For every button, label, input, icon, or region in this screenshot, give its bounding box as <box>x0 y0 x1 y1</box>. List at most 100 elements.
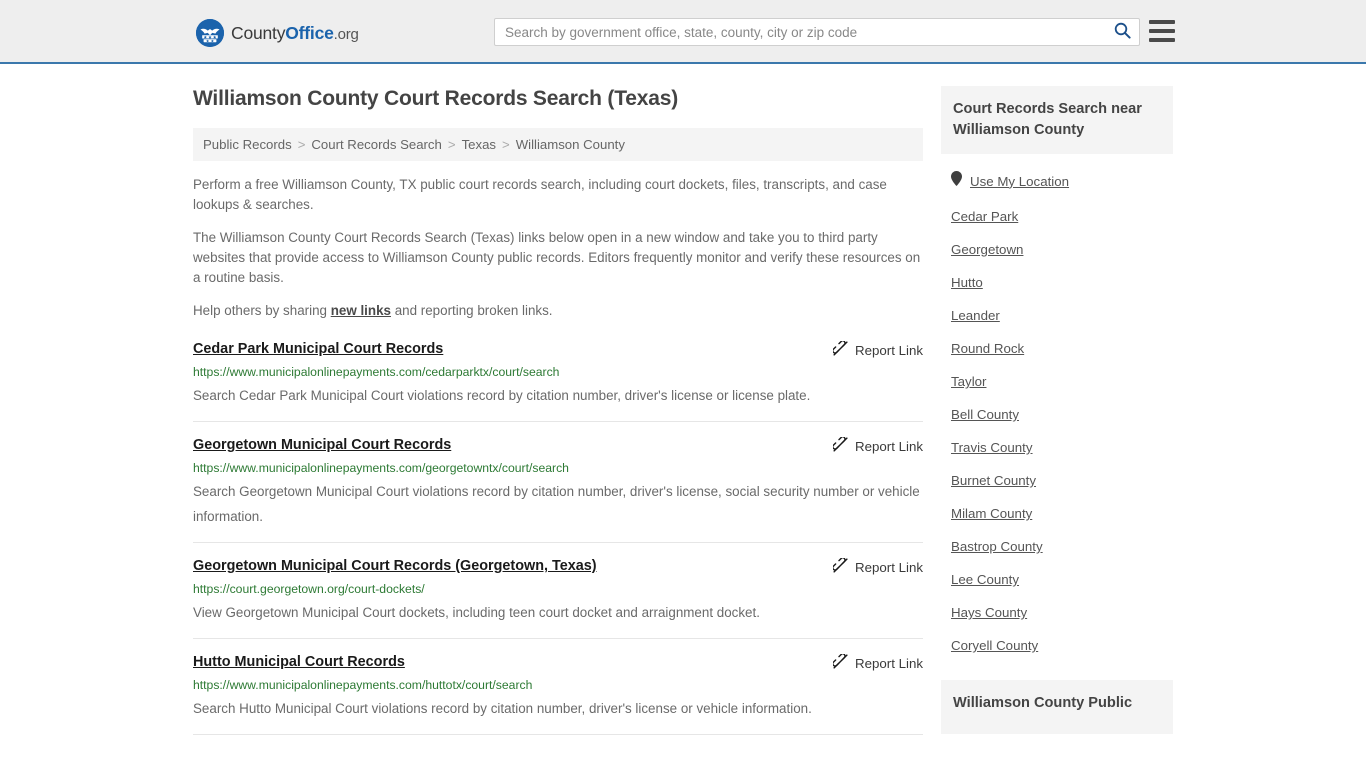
logo-wordmark: CountyOffice.org <box>231 23 359 44</box>
report-link-label: Report Link <box>855 655 923 671</box>
breadcrumb-item-texas[interactable]: Texas <box>462 137 496 152</box>
content-container: Williamson County Court Records Search (… <box>193 64 1173 749</box>
sidebar-item-milam-county[interactable]: Milam County <box>951 497 1173 530</box>
search-input[interactable] <box>495 19 1105 45</box>
sidebar-link-label[interactable]: Travis County <box>951 440 1033 455</box>
breadcrumb-separator: > <box>297 137 306 152</box>
new-links-link[interactable]: new links <box>331 303 391 318</box>
sidebar-link-label[interactable]: Milam County <box>951 506 1032 521</box>
sidebar-item-leander[interactable]: Leander <box>951 299 1173 332</box>
search-button[interactable] <box>1105 19 1139 45</box>
report-link-button[interactable]: Report Link <box>832 557 923 576</box>
search-bar[interactable] <box>494 18 1140 46</box>
sidebar-link-label[interactable]: Bell County <box>951 407 1019 422</box>
result-url: https://www.municipalonlinepayments.com/… <box>193 365 560 379</box>
search-icon <box>1114 22 1131 42</box>
result-url: https://www.municipalonlinepayments.com/… <box>193 461 569 475</box>
sidebar-item-bastrop-county[interactable]: Bastrop County <box>951 530 1173 563</box>
sidebar-item-georgetown[interactable]: Georgetown <box>951 233 1173 266</box>
logo-text-office: Office <box>285 22 334 43</box>
map-pin-icon <box>951 171 962 191</box>
broken-link-icon <box>832 436 848 455</box>
result-description: Search Georgetown Municipal Court violat… <box>193 484 920 524</box>
sidebar-link-label[interactable]: Coryell County <box>951 638 1038 653</box>
main-column: Williamson County Court Records Search (… <box>193 86 923 749</box>
result-title-link[interactable]: Hutto Municipal Court Records <box>193 653 405 672</box>
share-text-before: Help others by sharing <box>193 303 331 318</box>
sidebar-link-label[interactable]: Hays County <box>951 605 1027 620</box>
menu-bar-3 <box>1149 38 1175 42</box>
sidebar-link-label[interactable]: Hutto <box>951 275 983 290</box>
logo-text-tld: .org <box>333 25 359 43</box>
sidebar-second-heading: Williamson County Public <box>941 680 1173 734</box>
sidebar-item-bell-county[interactable]: Bell County <box>951 398 1173 431</box>
result-description: Search Cedar Park Municipal Court violat… <box>193 388 811 403</box>
result-header: Cedar Park Municipal Court Records Report… <box>193 340 923 359</box>
report-link-button[interactable]: Report Link <box>832 436 923 455</box>
result-title-link[interactable]: Georgetown Municipal Court Records (Geor… <box>193 557 597 576</box>
sidebar-link-label[interactable]: Lee County <box>951 572 1019 587</box>
use-my-location-link[interactable]: Use My Location <box>970 174 1069 189</box>
breadcrumb-separator: > <box>502 137 510 152</box>
results-list: Cedar Park Municipal Court Records Report… <box>193 340 923 735</box>
report-link-button[interactable]: Report Link <box>832 340 923 359</box>
sidebar-heading: Court Records Search near Williamson Cou… <box>941 86 1173 154</box>
breadcrumb-item-williamson-county: Williamson County <box>515 137 625 152</box>
sidebar-item-round-rock[interactable]: Round Rock <box>951 332 1173 365</box>
menu-bar-2 <box>1149 29 1175 33</box>
broken-link-icon <box>832 557 848 576</box>
page-title: Williamson County Court Records Search (… <box>193 87 678 110</box>
broken-link-icon <box>832 340 848 359</box>
sidebar-item-coryell-county[interactable]: Coryell County <box>951 629 1173 662</box>
sidebar-item-travis-county[interactable]: Travis County <box>951 431 1173 464</box>
result-description: Search Hutto Municipal Court violations … <box>193 701 812 716</box>
sidebar-link-label[interactable]: Taylor <box>951 374 986 389</box>
sidebar-link-label[interactable]: Cedar Park <box>951 209 1018 224</box>
report-link-label: Report Link <box>855 438 923 454</box>
report-link-label: Report Link <box>855 559 923 575</box>
result-url: https://court.georgetown.org/court-docke… <box>193 582 425 596</box>
sidebar-link-label[interactable]: Bastrop County <box>951 539 1043 554</box>
sidebar-link-list: Use My Location Cedar Park Georgetown Hutt… <box>941 154 1173 666</box>
sidebar-item-lee-county[interactable]: Lee County <box>951 563 1173 596</box>
result-description: View Georgetown Municipal Court dockets,… <box>193 605 760 620</box>
result-item: Georgetown Municipal Court Records (Geor… <box>193 557 923 639</box>
intro-paragraph-1: Perform a free Williamson County, TX pub… <box>193 177 887 212</box>
result-header: Hutto Municipal Court Records Report Link <box>193 653 923 672</box>
sidebar-link-label[interactable]: Leander <box>951 308 1000 323</box>
intro-paragraph-2: The Williamson County Court Records Sear… <box>193 230 921 285</box>
result-header: Georgetown Municipal Court Records (Geor… <box>193 557 923 576</box>
result-item: Cedar Park Municipal Court Records Report… <box>193 340 923 422</box>
sidebar-link-label[interactable]: Georgetown <box>951 242 1023 257</box>
report-link-button[interactable]: Report Link <box>832 653 923 672</box>
hamburger-menu-icon[interactable] <box>1149 20 1175 42</box>
sidebar-item-taylor[interactable]: Taylor <box>951 365 1173 398</box>
sidebar-item-use-my-location[interactable]: Use My Location <box>951 162 1173 200</box>
sidebar-item-hays-county[interactable]: Hays County <box>951 596 1173 629</box>
result-item: Hutto Municipal Court Records Report Link… <box>193 653 923 735</box>
sidebar-item-burnet-county[interactable]: Burnet County <box>951 464 1173 497</box>
result-title-link[interactable]: Georgetown Municipal Court Records <box>193 436 451 455</box>
breadcrumb: Public Records > Court Records Search > Texa… <box>193 128 923 161</box>
breadcrumb-item-public-records[interactable]: Public Records <box>203 137 292 152</box>
intro-paragraph-3: Help others by sharing new links and rep… <box>193 301 923 321</box>
site-logo[interactable]: CountyOffice.org <box>196 19 359 47</box>
breadcrumb-separator: > <box>447 137 456 152</box>
sidebar-nearby-links: Cedar Park Georgetown Hutto Leander Round Ro… <box>951 200 1173 662</box>
sidebar: Court Records Search near Williamson Cou… <box>941 86 1173 734</box>
sidebar-item-hutto[interactable]: Hutto <box>951 266 1173 299</box>
broken-link-icon <box>832 653 848 672</box>
share-text-after: and reporting broken links. <box>390 303 553 318</box>
eagle-seal-icon <box>196 19 224 47</box>
sidebar-link-label[interactable]: Round Rock <box>951 341 1024 356</box>
result-header: Georgetown Municipal Court Records Report… <box>193 436 923 455</box>
result-item: Georgetown Municipal Court Records Report… <box>193 436 923 543</box>
sidebar-link-label[interactable]: Burnet County <box>951 473 1036 488</box>
breadcrumb-item-court-records-search[interactable]: Court Records Search <box>311 137 441 152</box>
sidebar-item-cedar-park[interactable]: Cedar Park <box>951 200 1173 233</box>
result-url: https://www.municipalonlinepayments.com/… <box>193 678 533 692</box>
report-link-label: Report Link <box>855 342 923 358</box>
page-body: Williamson County Court Records Search (… <box>0 64 1366 749</box>
result-title-link[interactable]: Cedar Park Municipal Court Records <box>193 340 443 359</box>
menu-bar-1 <box>1149 20 1175 24</box>
